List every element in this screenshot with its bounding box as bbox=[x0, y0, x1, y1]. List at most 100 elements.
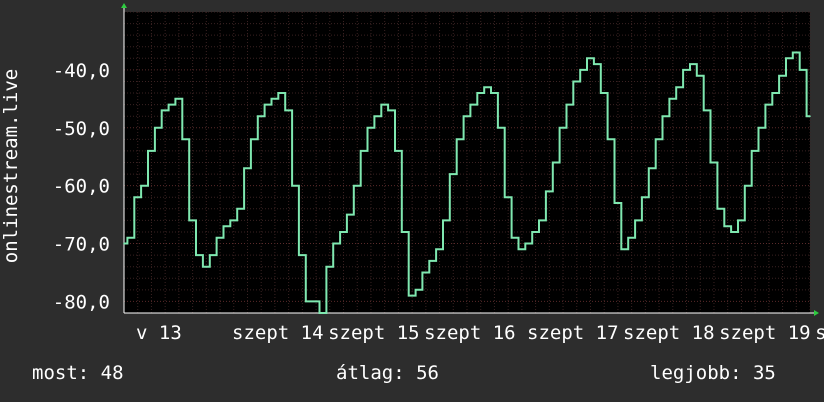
data-point bbox=[315, 300, 317, 303]
data-point bbox=[795, 51, 798, 54]
data-point bbox=[260, 115, 263, 117]
data-point bbox=[562, 126, 564, 129]
data-point bbox=[425, 271, 427, 274]
data-point bbox=[527, 242, 530, 245]
data-point bbox=[768, 103, 770, 106]
data-point bbox=[582, 69, 585, 71]
data-point bbox=[164, 109, 166, 112]
data-point bbox=[473, 103, 475, 106]
data-point bbox=[507, 196, 509, 199]
data-point bbox=[123, 242, 125, 245]
data-point bbox=[644, 196, 647, 199]
data-point bbox=[205, 265, 208, 268]
chart: -80,0-70,0-60,0-50,0-40,0 v 13 szept 14 sz… bbox=[0, 0, 824, 402]
data-point bbox=[802, 69, 804, 71]
data-point bbox=[370, 126, 372, 129]
data-point bbox=[486, 86, 489, 89]
data-point bbox=[301, 254, 304, 256]
data-point bbox=[781, 74, 784, 77]
data-point bbox=[596, 63, 599, 65]
data-point bbox=[212, 254, 214, 256]
x-tick-labels: v 13 szept 14 szept 15 szept 16 szept 17 szep… bbox=[136, 322, 824, 344]
data-point bbox=[479, 92, 482, 94]
data-point bbox=[658, 138, 660, 141]
data-point bbox=[157, 126, 160, 129]
data-point bbox=[774, 92, 777, 94]
data-point bbox=[589, 57, 592, 60]
data-point bbox=[713, 161, 715, 164]
data-point bbox=[226, 225, 228, 227]
x-tick-label: v 13 bbox=[136, 322, 182, 344]
data-point bbox=[754, 150, 756, 152]
data-point bbox=[617, 202, 619, 204]
data-point bbox=[541, 219, 544, 222]
y-tick-label: -80,0 bbox=[53, 291, 110, 313]
x-tick-label: szept 19 bbox=[719, 322, 811, 344]
data-point bbox=[665, 115, 667, 117]
y-tick-label: -40,0 bbox=[53, 60, 110, 82]
stats-row: most: 48 átlag: 56 legjobb: 35 bbox=[0, 362, 824, 388]
data-point bbox=[603, 92, 605, 94]
data-point bbox=[143, 184, 146, 187]
data-point bbox=[575, 80, 578, 83]
data-point bbox=[418, 289, 420, 291]
y-tick-label: -50,0 bbox=[53, 118, 110, 140]
data-point bbox=[150, 150, 153, 152]
data-point bbox=[466, 115, 468, 117]
data-point bbox=[706, 109, 708, 112]
data-point bbox=[761, 126, 763, 129]
data-point bbox=[514, 236, 516, 239]
data-point bbox=[733, 231, 736, 233]
data-point bbox=[431, 260, 434, 262]
data-point bbox=[699, 74, 702, 77]
data-point bbox=[287, 109, 290, 112]
data-point bbox=[397, 150, 400, 152]
x-tick-label: sz bbox=[815, 322, 824, 344]
data-point bbox=[308, 300, 311, 303]
data-point bbox=[452, 173, 455, 175]
data-point bbox=[685, 69, 688, 71]
data-point bbox=[726, 225, 729, 227]
data-point bbox=[404, 231, 407, 233]
data-point bbox=[623, 248, 626, 251]
stat-best: legjobb: 35 bbox=[650, 362, 776, 384]
x-tick-label: szept 14 bbox=[232, 322, 324, 344]
data-point bbox=[788, 57, 791, 60]
data-point bbox=[294, 184, 297, 187]
data-point bbox=[356, 184, 359, 187]
data-point bbox=[136, 196, 139, 199]
data-point bbox=[548, 190, 551, 193]
data-point bbox=[500, 126, 503, 129]
data-point bbox=[740, 219, 743, 222]
y-tick-label: -70,0 bbox=[53, 234, 110, 256]
data-point bbox=[411, 294, 413, 297]
data-point bbox=[692, 63, 695, 65]
data-point bbox=[377, 115, 379, 117]
data-point bbox=[130, 236, 132, 239]
data-point bbox=[191, 219, 194, 222]
data-point bbox=[383, 103, 386, 106]
data-point bbox=[555, 161, 557, 164]
data-point bbox=[335, 242, 338, 245]
data-point bbox=[363, 150, 365, 152]
data-point bbox=[232, 219, 235, 222]
data-point bbox=[438, 248, 441, 251]
data-point bbox=[630, 236, 633, 239]
data-point bbox=[267, 103, 269, 106]
data-point bbox=[445, 219, 448, 222]
data-point bbox=[198, 254, 201, 256]
y-axis-label: onlinestream.live bbox=[0, 69, 22, 263]
x-tick-label: szept 17 bbox=[527, 322, 619, 344]
data-point bbox=[184, 138, 187, 141]
data-point bbox=[651, 167, 654, 170]
data-point bbox=[171, 103, 173, 106]
data-point bbox=[747, 184, 750, 187]
data-point bbox=[274, 98, 276, 100]
data-point bbox=[493, 92, 496, 94]
stat-current: most: 48 bbox=[32, 362, 124, 384]
data-point bbox=[178, 98, 180, 100]
data-point bbox=[253, 138, 256, 141]
x-tick-label: szept 15 bbox=[328, 322, 420, 344]
data-point bbox=[342, 231, 345, 233]
data-point bbox=[534, 231, 537, 233]
